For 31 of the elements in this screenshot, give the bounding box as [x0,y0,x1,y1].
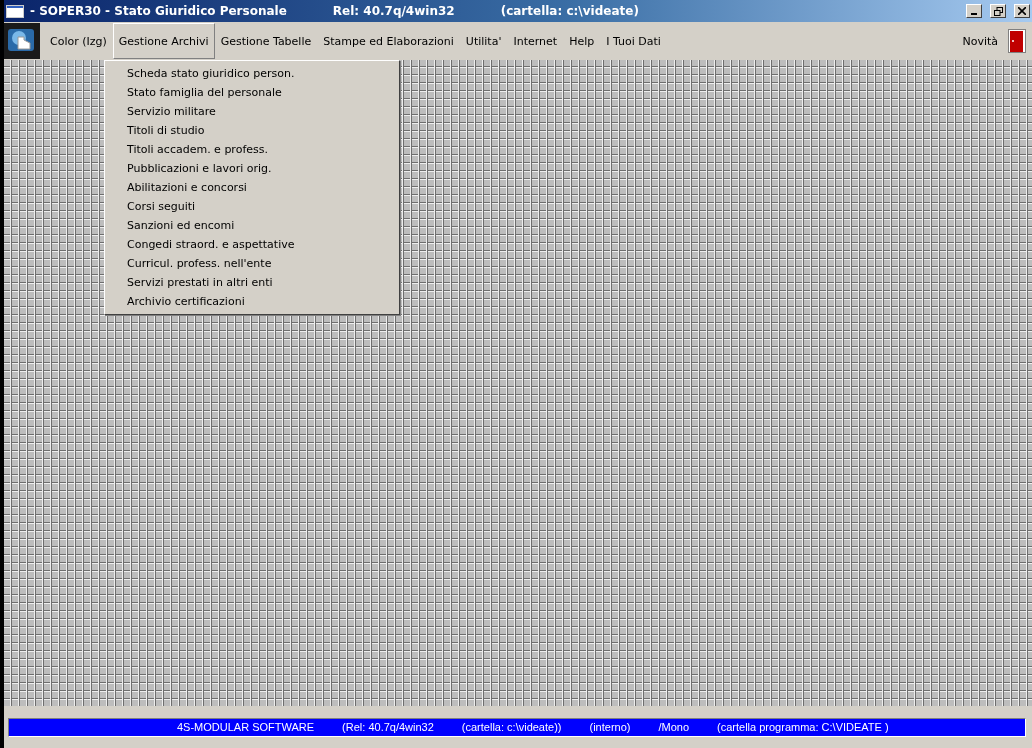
status-text: (cartella: c:\videate)) [461,721,562,733]
minimize-button[interactable] [966,4,982,18]
dropdown-item[interactable]: Titoli di studio [105,121,399,140]
dropdown-item[interactable]: Abilitazioni e concorsi [105,178,399,197]
dropdown-item[interactable]: Archivio certificazioni [105,292,399,311]
window-icon [6,4,24,18]
status-text: /Mono [658,721,690,733]
dropdown-item[interactable]: Sanzioni ed encomi [105,216,399,235]
status-text: 4S-MODULAR SOFTWARE [177,721,315,733]
dropdown-item[interactable]: Curricul. profess. nell'ente [105,254,399,273]
status-text: (cartella programma: C:\VIDEATE ) [717,721,889,733]
door-icon[interactable] [1008,29,1026,53]
restore-icon [993,6,1003,16]
hand-touch-icon[interactable] [4,23,40,59]
dropdown-item[interactable]: Congedi straord. e aspettative [105,235,399,254]
status-text: (Rel: 40.7q/4win32 [342,721,434,733]
dropdown-item[interactable]: Corsi seguiti [105,197,399,216]
status-text: (interno) [589,721,631,733]
window-title: - SOPER30 - Stato Giuridico Personale [30,4,287,18]
dropdown-item[interactable]: Servizio militare [105,102,399,121]
menu-item[interactable]: Gestione Archivi [112,23,215,59]
release-label: Rel: 40.7q/4win32 [332,4,455,18]
dropdown-item[interactable]: Servizi prestati in altri enti [105,273,399,292]
close-icon [1018,7,1026,15]
restore-button[interactable] [990,4,1006,18]
dropdown-item[interactable]: Titoli accadem. e profess. [105,140,399,159]
dropdown-item[interactable]: Scheda stato giuridico person. [105,64,399,83]
dropdown-item[interactable]: Pubblicazioni e lavori orig. [105,159,399,178]
close-button[interactable] [1014,4,1030,18]
folder-label: (cartella: c:\videate) [500,4,639,18]
dropdown-item[interactable]: Stato famiglia del personale [105,83,399,102]
